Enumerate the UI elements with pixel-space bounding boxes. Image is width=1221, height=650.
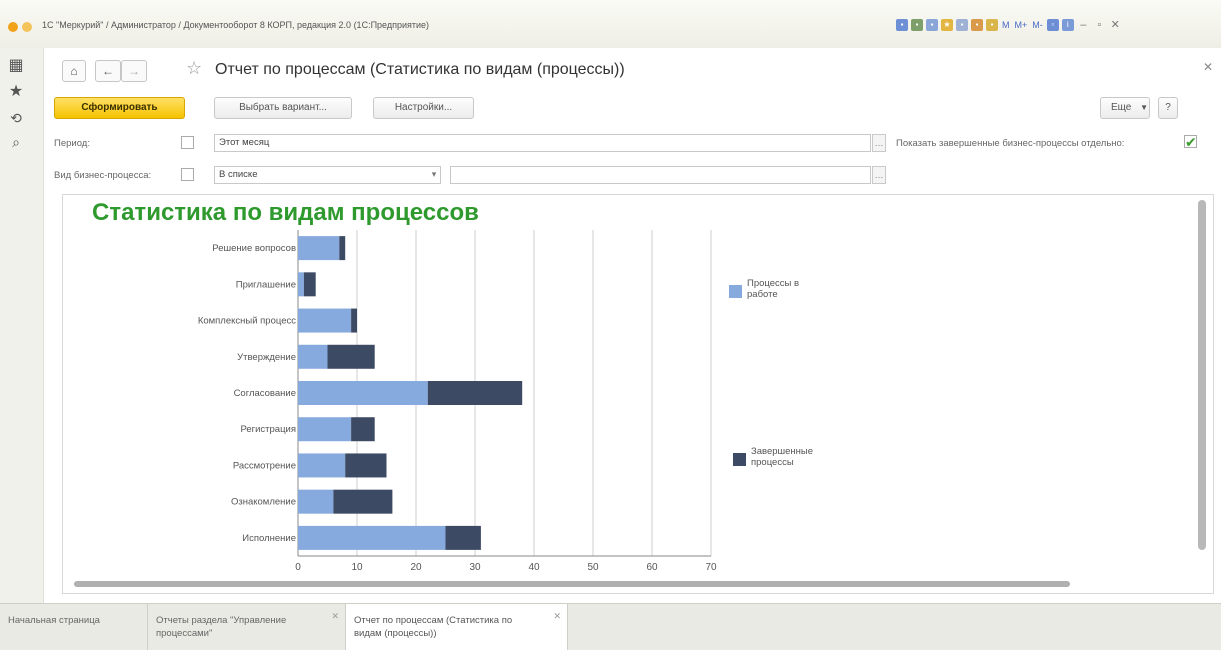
home-button[interactable]: ⌂ [62,60,86,82]
forward-button[interactable]: → [121,60,147,82]
select-variant-button[interactable]: Выбрать вариант... [214,97,352,119]
save-icon[interactable]: ▪ [896,18,908,31]
window-close-icon[interactable]: ✕ [1109,18,1122,31]
process-type-label: Вид бизнес-процесса: [54,170,152,181]
vertical-scrollbar[interactable] [1196,198,1208,578]
more-button[interactable]: Еще ▼ [1100,97,1150,119]
report-area [62,194,1214,594]
window-toolbar: ▪ ▪ ▪ ★ ▪ ▪ ▪ M M+ M- ▫ i – ▫ ✕ [896,18,1122,31]
process-type-checkbox[interactable] [181,168,194,181]
app-menu-icon[interactable] [22,22,32,32]
more-label: Еще [1111,102,1132,113]
window-list-icon[interactable]: ▫ [1046,18,1059,31]
period-label: Период: [54,138,90,149]
left-panel: ▦ ★ ⟲ ⌕ [0,48,44,603]
chevron-down-icon: ▼ [1140,103,1149,112]
add-to-favorites-icon[interactable]: ☆ [186,58,202,79]
menu-grid-icon[interactable]: ▦ [4,56,28,76]
vertical-scroll-thumb[interactable] [1198,200,1206,550]
process-type-value-field[interactable] [450,166,871,184]
app-logo-icon[interactable] [8,22,18,32]
favorites-star-icon[interactable]: ★ [4,82,28,102]
minimize-icon[interactable]: – [1077,19,1090,31]
close-form-icon[interactable]: ✕ [1203,60,1213,74]
preview-icon[interactable]: ▪ [926,18,938,31]
memory-plus-button[interactable]: M+ [1014,20,1029,30]
window-title: 1С "Меркурий" / Администратор / Документ… [42,20,430,30]
period-select-button[interactable]: … [872,134,886,152]
process-type-select-button[interactable]: … [872,166,886,184]
tab-close-icon[interactable]: ✕ [331,610,339,623]
favorites-icon[interactable]: ★ [941,18,953,31]
window-title-bar: 1С "Меркурий" / Администратор / Документ… [0,0,1221,48]
horizontal-scroll-thumb[interactable] [74,581,1070,587]
horizontal-scrollbar[interactable] [72,579,1192,589]
dropdown-arrow-icon[interactable]: ▾ [427,166,441,184]
tab-label: Отчеты раздела "Управление процессами" [156,615,287,639]
calculator-icon[interactable]: ▪ [986,18,998,31]
tab-close-icon[interactable]: ✕ [553,610,561,623]
process-type-mode-select[interactable]: В списке [214,166,441,184]
page-title: Отчет по процессам (Статистика по видам … [215,61,625,78]
print-icon[interactable]: ▪ [911,18,923,31]
tab-current-report[interactable]: Отчет по процессам (Статистика по видам … [346,604,568,650]
open-windows-bar: Начальная страница Отчеты раздела "Управ… [0,603,1221,650]
tab-process-reports[interactable]: Отчеты раздела "Управление процессами" ✕ [148,604,346,650]
memory-button[interactable]: M [1001,20,1011,30]
tab-home-page[interactable]: Начальная страница [0,604,148,650]
settings-button[interactable]: Настройки... [373,97,474,119]
history-icon[interactable]: ⟲ [4,108,28,128]
checkmark-icon: ✔ [1185,134,1197,150]
show-completed-label: Показать завершенные бизнес-процессы отд… [896,138,1125,149]
memory-minus-button[interactable]: M- [1031,20,1044,30]
period-checkbox[interactable] [181,136,194,149]
restore-icon[interactable]: ▫ [1093,19,1106,31]
period-field[interactable]: Этот месяц [214,134,871,152]
help-button[interactable]: ? [1158,97,1178,119]
tab-label: Отчет по процессам (Статистика по видам … [354,615,513,639]
back-button[interactable]: ← [95,60,121,82]
generate-button[interactable]: Сформировать [54,97,185,119]
report-title: Статистика по видам процессов [92,199,479,226]
search-icon[interactable]: ⌕ [4,132,28,152]
history-icon[interactable]: ▪ [971,18,983,31]
tab-label: Начальная страница [8,615,100,626]
info-icon[interactable]: i [1061,18,1074,31]
link-icon[interactable]: ▪ [956,18,968,31]
